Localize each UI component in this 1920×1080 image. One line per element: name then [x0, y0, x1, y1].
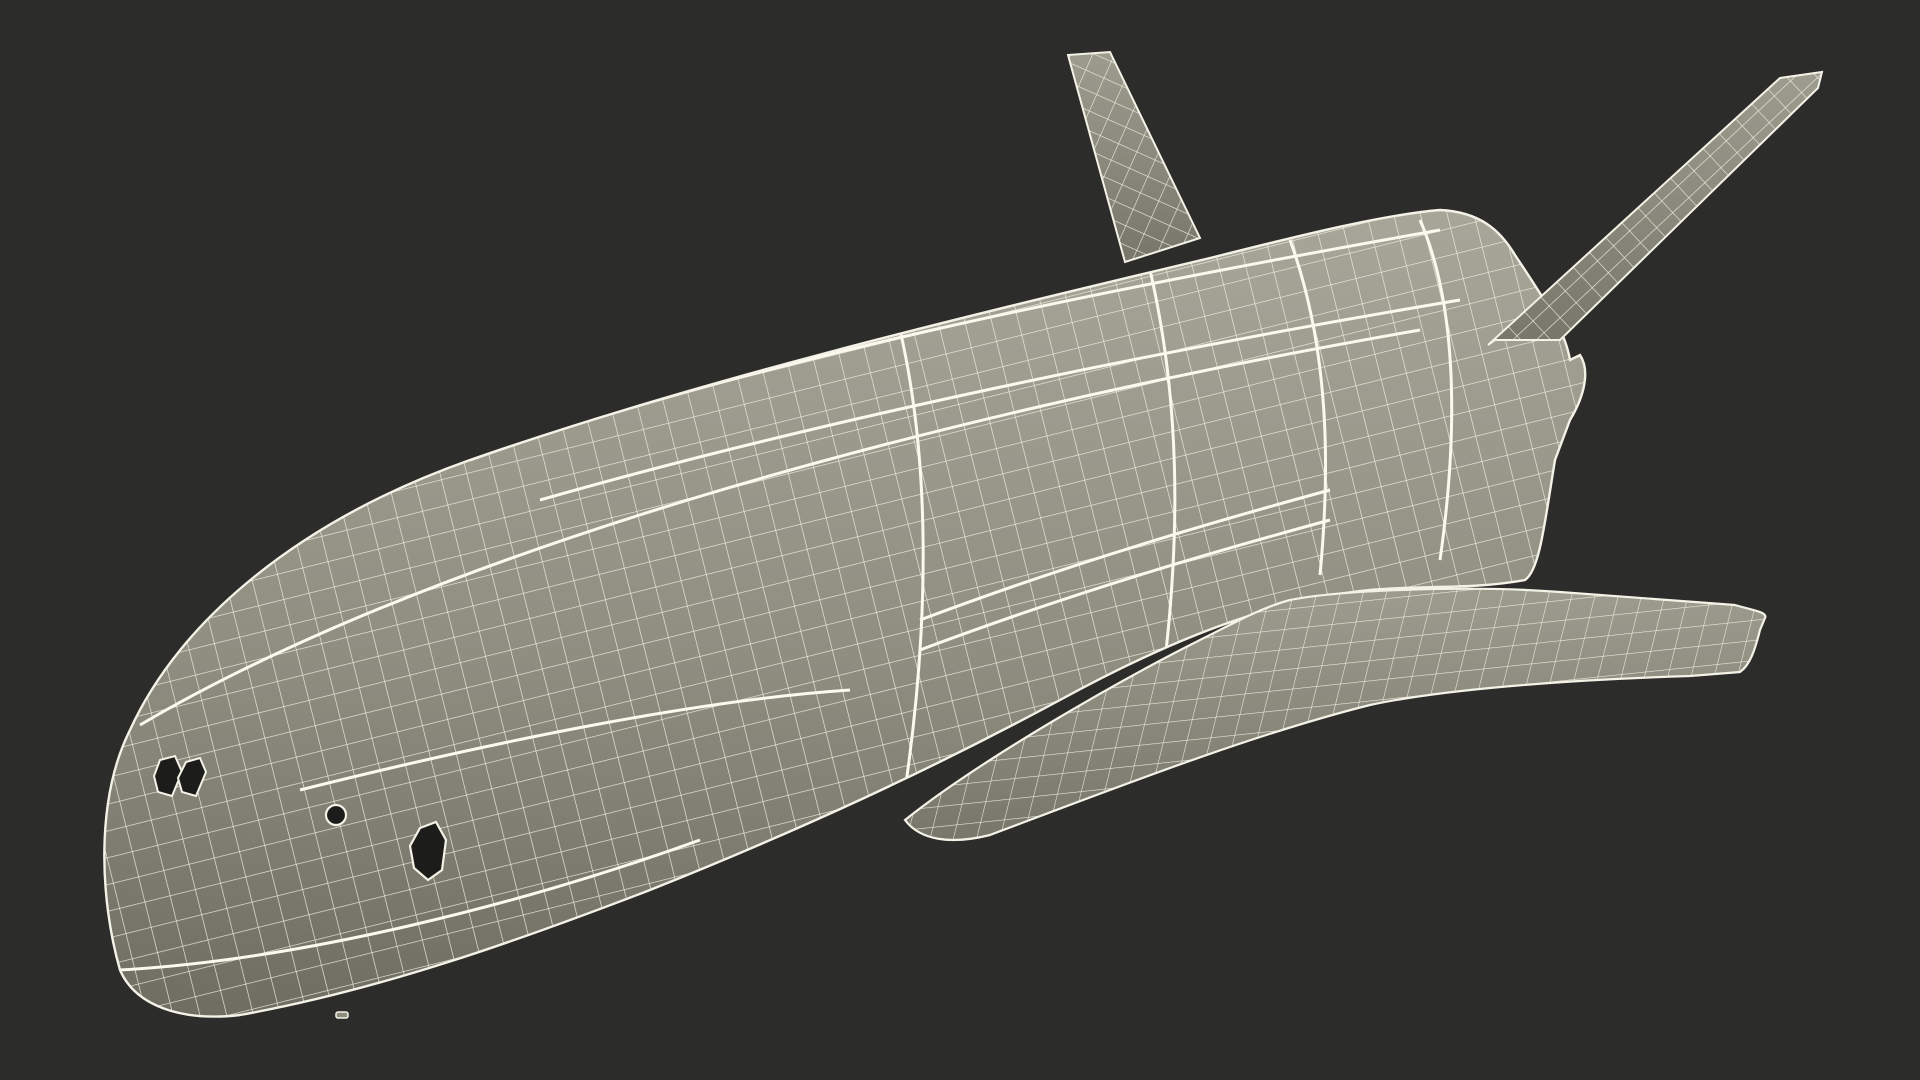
spaceplane-wireframe-icon	[103, 51, 1823, 1019]
port-hole-icon	[324, 803, 348, 827]
ventral-detail	[335, 1011, 349, 1019]
render-viewport	[0, 0, 1920, 1080]
tail-fin-right	[1487, 71, 1823, 346]
tail-fin-left	[1067, 51, 1201, 263]
